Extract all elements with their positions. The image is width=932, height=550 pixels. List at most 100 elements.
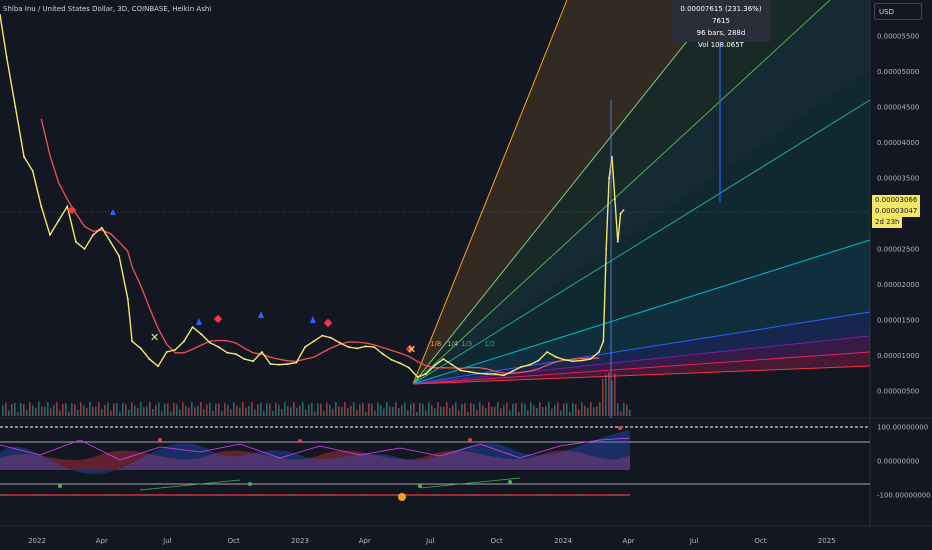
price-point — [23, 155, 25, 158]
time-axis[interactable]: 2022 Apr Jul Oct 2023 Apr Jul Oct 2024 Apr Jul Oct 2… — [28, 537, 836, 545]
price-point — [338, 341, 341, 344]
fib-label-3: 1/3 — [461, 340, 472, 348]
signal-markers: ✕ ✕ — [67, 205, 416, 356]
price-point — [425, 373, 427, 375]
oscillator-axis-tick: -100.00000000 — [877, 492, 931, 500]
price-point — [451, 363, 453, 366]
price-point — [347, 346, 350, 348]
oscillator-axis-tick: 100.00000000 — [877, 424, 928, 432]
price-axis-tick: 0.00005500 — [877, 33, 919, 41]
price-point — [442, 358, 445, 360]
time-axis-tick: 2025 — [818, 537, 836, 545]
time-axis-tick: 2023 — [291, 537, 309, 545]
price-axis-tick: 0.00002500 — [877, 246, 919, 254]
price-point — [364, 345, 367, 348]
cross-marker: ✕ — [150, 331, 159, 344]
price-point — [183, 340, 185, 343]
price-point — [75, 241, 77, 243]
price-point — [503, 374, 505, 377]
time-axis-tick: Apr — [623, 537, 635, 545]
fib-fan-drawing[interactable]: 1/8 1/4 1/3 1/2 — [412, 0, 871, 385]
price-point — [616, 241, 619, 243]
price-point — [580, 359, 583, 362]
fib-label-4: 1/2 — [484, 340, 495, 348]
oscillator-axis-tick: 0.00000000 — [877, 458, 919, 466]
price-point — [235, 353, 237, 355]
chart-window: 1/8 1/4 1/3 1/2 ✕ ✕ 0.00005500 0.0000500… — [0, 0, 932, 550]
price-point — [330, 336, 332, 339]
price-point — [174, 348, 177, 351]
price-point — [605, 248, 608, 250]
time-axis-tick: Oct — [228, 537, 240, 545]
price-point — [286, 363, 289, 365]
price-axis-tick: 0.00005000 — [877, 68, 919, 76]
price-point — [356, 347, 358, 350]
price-point — [148, 358, 151, 360]
last-price-tag: 0.00003066 — [872, 195, 921, 206]
price-point — [563, 358, 566, 361]
price-point — [131, 340, 134, 343]
price-point — [40, 205, 43, 208]
price-point — [614, 198, 616, 201]
fib-label-2: 1/4 — [447, 340, 459, 348]
price-axis-tick: 0.00004500 — [877, 104, 919, 112]
price-axis-tick: 0.00002000 — [877, 281, 919, 289]
price-point — [5, 56, 8, 59]
price-point — [226, 351, 229, 354]
down-marker — [213, 314, 223, 324]
up-marker — [110, 209, 116, 215]
price-point — [278, 363, 280, 366]
price-axis-tick: 0.00003500 — [877, 175, 919, 183]
price-point — [14, 106, 17, 108]
price-point — [433, 364, 436, 367]
price-point — [511, 370, 514, 372]
measure-volume: Vol 108.065T — [698, 41, 744, 49]
price-point — [399, 362, 402, 365]
price-point — [109, 241, 112, 243]
price-point — [494, 373, 497, 375]
measure-tooltip: 0.00007615 (231.36%) 7615 96 bars, 288d … — [671, 0, 771, 49]
price-point — [622, 209, 625, 212]
price-point — [529, 363, 531, 366]
price-point — [485, 373, 488, 375]
price-point — [459, 369, 462, 372]
price-point — [608, 177, 610, 179]
price-point — [243, 358, 246, 360]
time-axis-tick: Jul — [689, 537, 699, 545]
up-marker — [258, 311, 264, 318]
price-point — [260, 351, 263, 353]
price-point — [191, 326, 194, 328]
price-point — [520, 366, 523, 368]
price-point — [252, 360, 255, 363]
time-axis-tick: Oct — [491, 537, 503, 545]
price-point — [619, 212, 622, 215]
price-point — [31, 170, 34, 172]
price-point — [295, 361, 298, 364]
price-axis-tick: 0.00001000 — [877, 352, 919, 360]
chart-title: Shiba Inu / United States Dollar, 3D, CO… — [3, 5, 212, 13]
time-axis-tick: Apr — [96, 537, 108, 545]
time-axis-tick: Oct — [754, 537, 766, 545]
price-point — [312, 340, 315, 343]
price-point — [468, 370, 471, 373]
price-point — [92, 233, 95, 236]
price-point — [139, 347, 142, 350]
chart-canvas[interactable]: 1/8 1/4 1/3 1/2 ✕ ✕ 0.000055000.00005000… — [0, 0, 932, 550]
price-point — [407, 366, 410, 369]
price-point — [165, 351, 168, 353]
price-point — [321, 334, 324, 337]
price-point — [602, 340, 605, 343]
price-point — [304, 346, 306, 348]
price-point — [118, 255, 120, 257]
time-axis-tick: Apr — [359, 537, 371, 545]
price-axis-tick: 0.00001500 — [877, 317, 919, 325]
price-axis-tick: 0.00000500 — [877, 388, 919, 396]
currency-selector[interactable]: USD — [874, 3, 922, 20]
time-axis-tick: 2024 — [554, 537, 572, 545]
price-point — [57, 219, 60, 222]
price-point — [554, 356, 557, 358]
time-axis-tick: Jul — [425, 537, 435, 545]
cross-marker: ✕ — [407, 343, 416, 356]
price-point — [157, 365, 160, 368]
up-marker — [196, 318, 202, 325]
